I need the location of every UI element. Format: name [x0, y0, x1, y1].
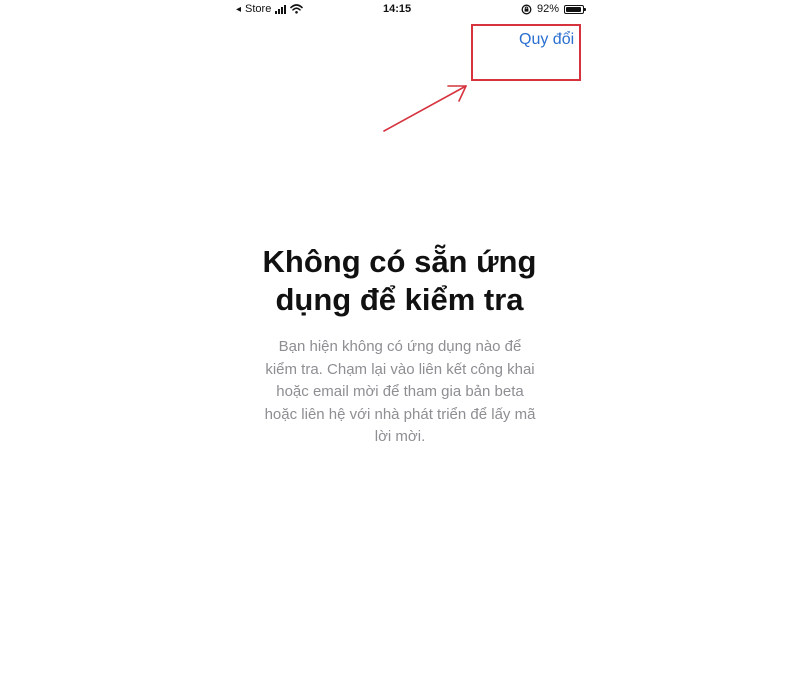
- status-bar-right: 92%: [521, 3, 587, 15]
- status-time: 14:15: [383, 3, 412, 15]
- orientation-lock-icon: [521, 4, 532, 14]
- battery-percent: 92%: [537, 3, 560, 15]
- empty-state-description-line: hoặc email mời để tham gia bản beta: [276, 383, 524, 400]
- status-bar-left: ◂ Store: [236, 3, 304, 15]
- empty-state-description-line: kiểm tra. Chạm lại vào liên kết công kha…: [265, 360, 535, 378]
- battery-icon: [564, 4, 587, 14]
- signal-icon: [275, 4, 287, 14]
- empty-state-description-line: lời mời.: [374, 428, 426, 445]
- empty-state-title-line: dụng để kiểm tra: [275, 282, 524, 317]
- empty-state-title: Không có sẵn ứng dụng để kiểm tra: [200, 243, 599, 319]
- empty-state-title-line: Không có sẵn ứng: [262, 244, 537, 279]
- carrier-label: Store: [245, 3, 272, 15]
- annotation-highlight-box: [471, 24, 581, 81]
- status-bar: ◂ Store 14:15 92%: [0, 0, 799, 20]
- empty-state-description: Bạn hiện không có ứng dụng nào để kiểm t…: [240, 336, 560, 449]
- empty-state-description-line: hoặc liên hệ với nhà phát triển để lấy m…: [264, 405, 536, 423]
- testflight-screen: ◂ Store 14:15 92% Quy đổi Không có sẵn ứ…: [0, 0, 799, 690]
- battery-fill: [566, 6, 581, 12]
- back-arrow-icon[interactable]: ◂: [236, 4, 241, 15]
- empty-state-description-line: Bạn hiện không có ứng dụng nào để: [278, 338, 522, 355]
- wifi-icon: [290, 4, 304, 14]
